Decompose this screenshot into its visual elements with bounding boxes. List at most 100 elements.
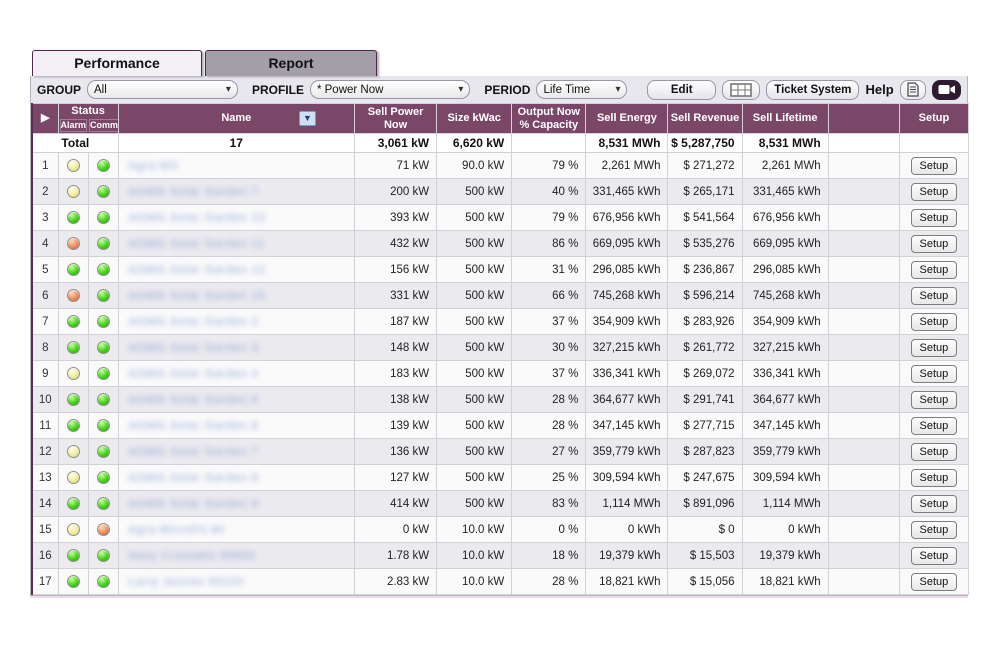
sell-energy-header[interactable]: Sell Energy [586,104,668,134]
alarm-led[interactable] [67,549,80,562]
setup-button[interactable]: Setup [911,417,957,435]
comm-led[interactable] [97,367,110,380]
alarm-led[interactable] [67,289,80,302]
setup-button[interactable]: Setup [911,261,957,279]
edit-button[interactable]: Edit [647,80,716,100]
site-name-link[interactable]: AGMG Solar Garden 4 [118,361,354,387]
setup-button[interactable]: Setup [911,339,957,357]
alarm-led[interactable] [67,159,80,172]
comm-led[interactable] [97,289,110,302]
site-name-link[interactable]: Agra MS [118,153,354,179]
setup-button[interactable]: Setup [911,365,957,383]
setup-button[interactable]: Setup [911,157,957,175]
site-name-link[interactable]: Navy Crossalis 99809 [118,543,354,569]
setup-button[interactable]: Setup [911,313,957,331]
size-kwac-value: 500 kW [437,361,512,387]
site-name-link[interactable]: AGMG Solar Garden 12 [118,257,354,283]
tab-report[interactable]: Report [205,50,377,76]
site-name-link[interactable]: AGMG Solar Garden 7 [118,439,354,465]
profile-select[interactable]: * Power Now ▾ [310,80,470,99]
alarm-led[interactable] [67,575,80,588]
sell-lifetime-value: 745,268 kWh [742,283,828,309]
comm-led[interactable] [97,159,110,172]
alarm-subheader[interactable]: Alarm [60,119,88,132]
period-select[interactable]: Life Time ▾ [536,80,627,99]
alarm-led[interactable] [67,341,80,354]
site-name-link[interactable]: AGMG Solar Garden 9 [118,491,354,517]
output-pct-value: 40 % [512,179,586,205]
alarm-led[interactable] [67,185,80,198]
alarm-led[interactable] [67,471,80,484]
comm-subheader[interactable]: Comm. [89,119,118,132]
table-row: 16Navy Crossalis 998091.78 kW10.0 kW18 %… [32,543,969,569]
name-sort-dropdown-icon[interactable]: ▼ [299,111,316,126]
comm-status-cell [88,231,118,257]
site-name-link[interactable]: Larry Jeones 99100 [118,569,354,595]
tab-performance[interactable]: Performance [32,50,202,76]
blurred-site-name: AGMG Solar Garden 3 [129,342,259,354]
comm-led[interactable] [97,315,110,328]
setup-button[interactable]: Setup [911,287,957,305]
alarm-led[interactable] [67,393,80,406]
comm-led[interactable] [97,341,110,354]
comm-led[interactable] [97,237,110,250]
site-name-link[interactable]: AGMG Solar Garden 8 [118,465,354,491]
help-document-button[interactable] [900,80,927,100]
comm-led[interactable] [97,445,110,458]
site-name-link[interactable]: Agra MicroFit MI [118,517,354,543]
alarm-led[interactable] [67,419,80,432]
site-name-link[interactable]: AGMG Solar Garden 5 [118,387,354,413]
setup-button[interactable]: Setup [911,235,957,253]
sell-revenue-header[interactable]: Sell Revenue [668,104,742,134]
setup-button[interactable]: Setup [911,209,957,227]
alarm-led[interactable] [67,523,80,536]
site-name-link[interactable]: AGMG Solar Garden 11 [118,231,354,257]
video-help-button[interactable] [932,80,961,100]
setup-button[interactable]: Setup [911,183,957,201]
grid-view-button[interactable] [722,80,760,100]
setup-button[interactable]: Setup [911,469,957,487]
site-name-link[interactable]: AGMG Solar Garden 3 [118,335,354,361]
alarm-led[interactable] [67,263,80,276]
total-output-pct [512,134,586,153]
comm-led[interactable] [97,549,110,562]
site-name-link[interactable]: AGMG Solar Garden 10 [118,205,354,231]
setup-button[interactable]: Setup [911,573,957,591]
setup-button[interactable]: Setup [911,443,957,461]
blank-cell [828,361,899,387]
site-name-link[interactable]: AGMG Solar Garden 2 [118,309,354,335]
alarm-led[interactable] [67,497,80,510]
site-name-link[interactable]: AGMG Solar Garden 7 [118,179,354,205]
comm-led[interactable] [97,263,110,276]
row-number: 13 [32,465,58,491]
setup-button[interactable]: Setup [911,547,957,565]
group-select[interactable]: All ▾ [87,80,238,99]
expand-all-header[interactable]: ▶ [32,104,58,134]
alarm-led[interactable] [67,211,80,224]
ticket-system-button[interactable]: Ticket System [766,80,859,100]
setup-button[interactable]: Setup [911,521,957,539]
size-kwac-header[interactable]: Size kWac [437,104,512,134]
sell-lifetime-header[interactable]: Sell Lifetime [742,104,828,134]
sell-energy-value: 364,677 kWh [586,387,668,413]
comm-led[interactable] [97,497,110,510]
output-now-header[interactable]: Output Now % Capacity [512,104,586,134]
comm-led[interactable] [97,471,110,484]
comm-led[interactable] [97,211,110,224]
comm-led[interactable] [97,185,110,198]
alarm-led[interactable] [67,237,80,250]
site-name-link[interactable]: AGMG Solar Garden 6 [118,413,354,439]
alarm-led[interactable] [67,367,80,380]
comm-led[interactable] [97,419,110,432]
comm-led[interactable] [97,393,110,406]
chevron-down-icon: ▾ [615,84,620,95]
sell-power-now-header[interactable]: Sell Power Now [355,104,437,134]
alarm-led[interactable] [67,315,80,328]
name-header[interactable]: Name ▼ [118,104,354,134]
comm-led[interactable] [97,523,110,536]
comm-led[interactable] [97,575,110,588]
setup-button[interactable]: Setup [911,495,957,513]
alarm-led[interactable] [67,445,80,458]
setup-button[interactable]: Setup [911,391,957,409]
site-name-link[interactable]: AGMG Solar Garden 15 [118,283,354,309]
